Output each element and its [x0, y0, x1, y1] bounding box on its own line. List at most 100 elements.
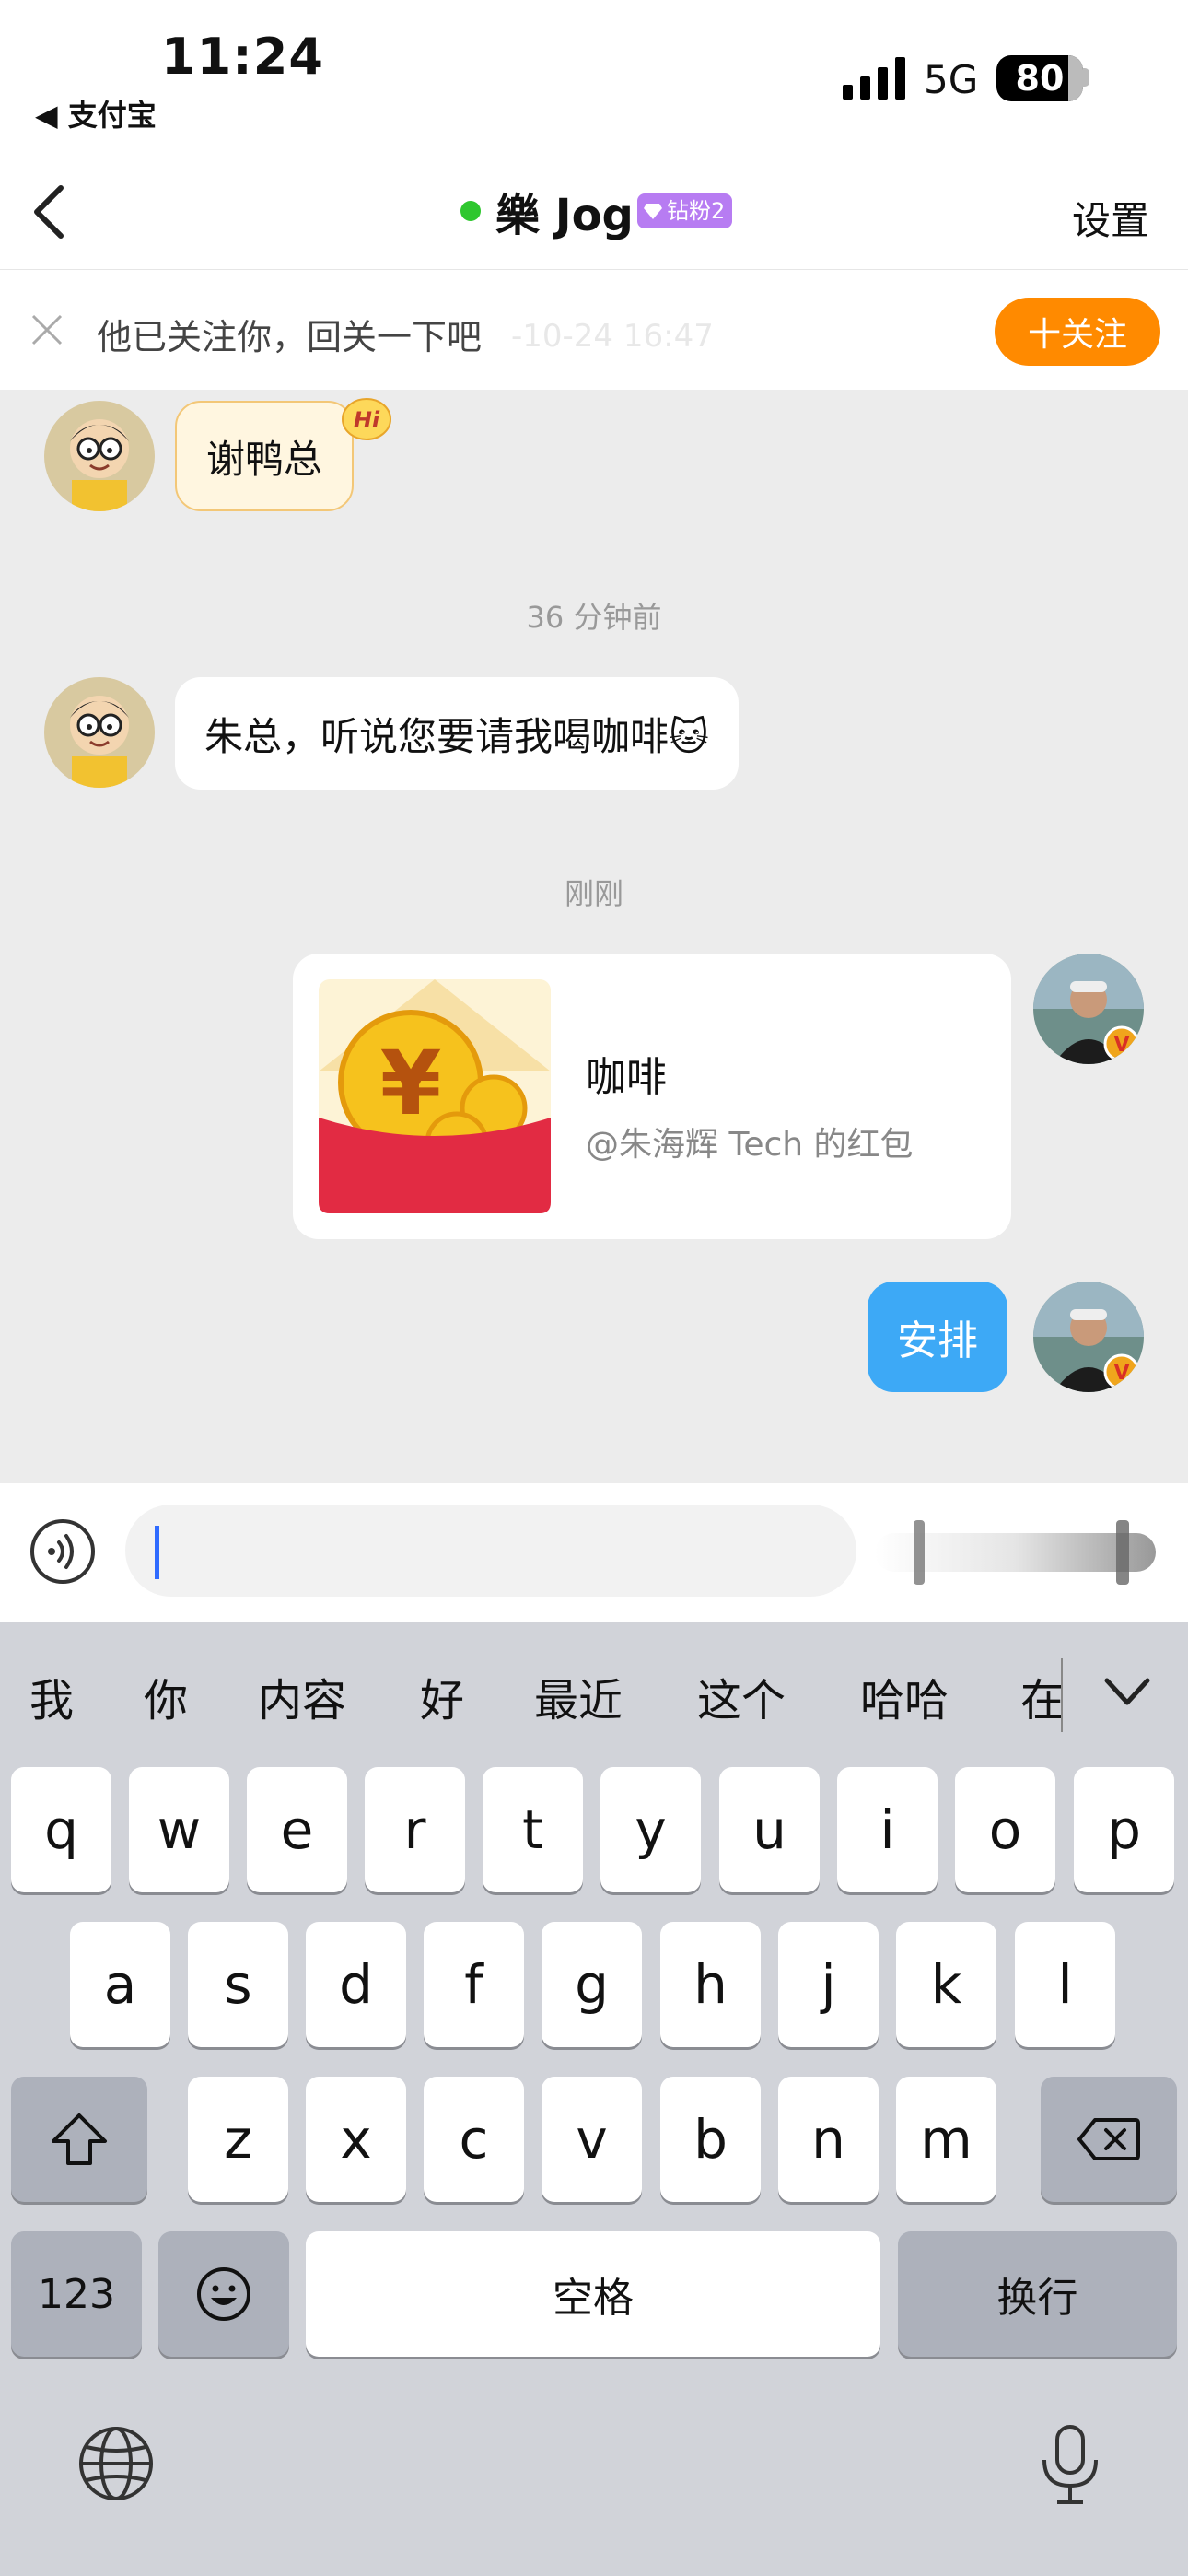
emoji-key[interactable] [158, 2231, 289, 2357]
message-input-bar [0, 1483, 1188, 1622]
battery-level: 80 [1015, 58, 1065, 99]
key-m[interactable]: m [896, 2077, 996, 2202]
return-key[interactable]: 换行 [898, 2231, 1177, 2357]
candidate-word[interactable]: 内容 [258, 1664, 346, 1728]
candidate-word[interactable]: 你 [144, 1664, 188, 1728]
message-text: 朱总，听说您要请我喝咖啡🐱 [204, 713, 709, 759]
numbers-key[interactable]: 123 [11, 2231, 142, 2357]
blurred-toolbar-icons[interactable] [875, 1520, 1156, 1585]
key-s[interactable]: s [188, 1922, 288, 2047]
key-b[interactable]: b [660, 2077, 761, 2202]
key-n[interactable]: n [778, 2077, 879, 2202]
my-avatar[interactable]: V [1033, 954, 1144, 1064]
message-timestamp: 36 分钟前 [526, 600, 662, 635]
shift-key[interactable] [11, 2077, 147, 2202]
user-avatar-icon: V [1033, 1282, 1144, 1392]
cartoon-avatar-icon [44, 401, 155, 511]
microphone-icon[interactable] [1037, 2423, 1103, 2506]
key-l[interactable]: l [1015, 1922, 1115, 2047]
diamond-icon [644, 204, 662, 219]
candidate-word[interactable]: 这个 [697, 1664, 786, 1728]
message-bubble-sent[interactable]: 安排 [868, 1282, 1007, 1392]
key-c[interactable]: c [424, 2077, 524, 2202]
globe-icon[interactable] [77, 2425, 155, 2502]
user-avatar-icon: V [1033, 954, 1144, 1064]
battery-tip [1083, 68, 1089, 87]
back-arrow-icon[interactable] [28, 182, 83, 241]
close-icon[interactable] [28, 310, 66, 349]
fan-level-badge: 钻粉2 [637, 193, 733, 228]
online-status-dot [460, 201, 481, 221]
backspace-icon [1077, 2118, 1140, 2160]
key-i[interactable]: i [837, 1767, 938, 1892]
key-a[interactable]: a [70, 1922, 170, 2047]
message-bubble-received[interactable]: 朱总，听说您要请我喝咖啡🐱 [175, 677, 739, 790]
red-packet-icon: ¥ [319, 979, 551, 1213]
key-w[interactable]: w [129, 1767, 229, 1892]
message-bubble-received[interactable]: 谢鸭总 [175, 401, 355, 511]
status-bar: 11:24 ◀ 支付宝 5G 80 [0, 0, 1188, 157]
key-v[interactable]: v [542, 2077, 642, 2202]
key-k[interactable]: k [896, 1922, 996, 2047]
chevron-down-icon[interactable] [1101, 1673, 1153, 1710]
signal-icon [843, 57, 905, 100]
key-x[interactable]: x [306, 2077, 406, 2202]
settings-button[interactable]: 设置 [1072, 190, 1149, 246]
delete-key[interactable] [1041, 2077, 1177, 2202]
key-u[interactable]: u [719, 1767, 820, 1892]
key-p[interactable]: p [1074, 1767, 1174, 1892]
svg-text:¥: ¥ [380, 1032, 442, 1135]
red-packet-title: 咖啡 [586, 1054, 667, 1101]
network-type: 5G [924, 57, 979, 102]
key-y[interactable]: y [600, 1767, 701, 1892]
key-t[interactable]: t [483, 1767, 583, 1892]
ios-keyboard: 我 你 内容 好 最近 这个 哈哈 在 q w e r t y u i o p … [0, 1622, 1188, 2576]
key-o[interactable]: o [955, 1767, 1055, 1892]
message-text: 安排 [897, 1317, 978, 1364]
hi-sticker-label: Hi [354, 407, 380, 433]
contact-avatar[interactable] [44, 401, 155, 511]
candidate-word[interactable]: 在 [1020, 1664, 1065, 1728]
svg-text:V: V [1113, 1034, 1129, 1057]
follow-prompt-bar: -10-24 16:47 他已关注你，回关一下吧 十关注 [0, 270, 1188, 390]
candidate-word[interactable]: 好 [420, 1664, 464, 1728]
message-input[interactable] [125, 1505, 856, 1597]
key-q[interactable]: q [11, 1767, 111, 1892]
voice-input-icon[interactable] [29, 1518, 96, 1585]
shift-arrow-icon [52, 2113, 107, 2165]
svg-text:V: V [1113, 1362, 1129, 1385]
space-key[interactable]: 空格 [306, 2231, 880, 2357]
hi-sticker-icon: Hi [342, 398, 391, 440]
contact-avatar[interactable] [44, 677, 155, 788]
key-g[interactable]: g [542, 1922, 642, 2047]
key-e[interactable]: e [247, 1767, 347, 1892]
fan-level-label: 钻粉2 [667, 198, 726, 224]
cartoon-avatar-icon [44, 677, 155, 788]
candidate-word[interactable]: 哈哈 [860, 1664, 949, 1728]
key-d[interactable]: d [306, 1922, 406, 2047]
follow-prompt-text: 他已关注你，回关一下吧 [97, 317, 483, 357]
chat-messages[interactable]: 谢鸭总 Hi 36 分钟前 朱总，听说您要请我喝咖啡🐱 刚刚 ¥ 咖啡 @朱海辉… [0, 390, 1188, 1483]
chat-title: 樂 Jog [495, 190, 634, 241]
key-j[interactable]: j [778, 1922, 879, 2047]
candidate-word[interactable]: 我 [29, 1664, 74, 1728]
chat-header: 樂 Jog 钻粉2 设置 [0, 157, 1188, 270]
back-to-app-link[interactable]: ◀ 支付宝 [35, 92, 157, 135]
key-z[interactable]: z [188, 2077, 288, 2202]
candidate-word[interactable]: 最近 [534, 1664, 623, 1728]
candidate-divider [1061, 1658, 1063, 1732]
key-h[interactable]: h [660, 1922, 761, 2047]
battery-icon: 80 [996, 55, 1083, 101]
text-caret [155, 1526, 159, 1579]
follow-button-label: 十关注 [1027, 316, 1127, 354]
key-f[interactable]: f [424, 1922, 524, 2047]
my-avatar[interactable]: V [1033, 1282, 1144, 1392]
red-packet-card[interactable]: ¥ 咖啡 @朱海辉 Tech 的红包 [293, 954, 1011, 1239]
message-timestamp: 刚刚 [564, 876, 623, 911]
emoji-icon [197, 2267, 250, 2321]
follow-back-button[interactable]: 十关注 [995, 298, 1160, 366]
status-time: 11:24 [161, 28, 324, 86]
candidate-bar: 我 你 内容 好 最近 这个 哈哈 在 [0, 1622, 1188, 1769]
key-r[interactable]: r [365, 1767, 465, 1892]
message-text: 谢鸭总 [206, 436, 323, 482]
